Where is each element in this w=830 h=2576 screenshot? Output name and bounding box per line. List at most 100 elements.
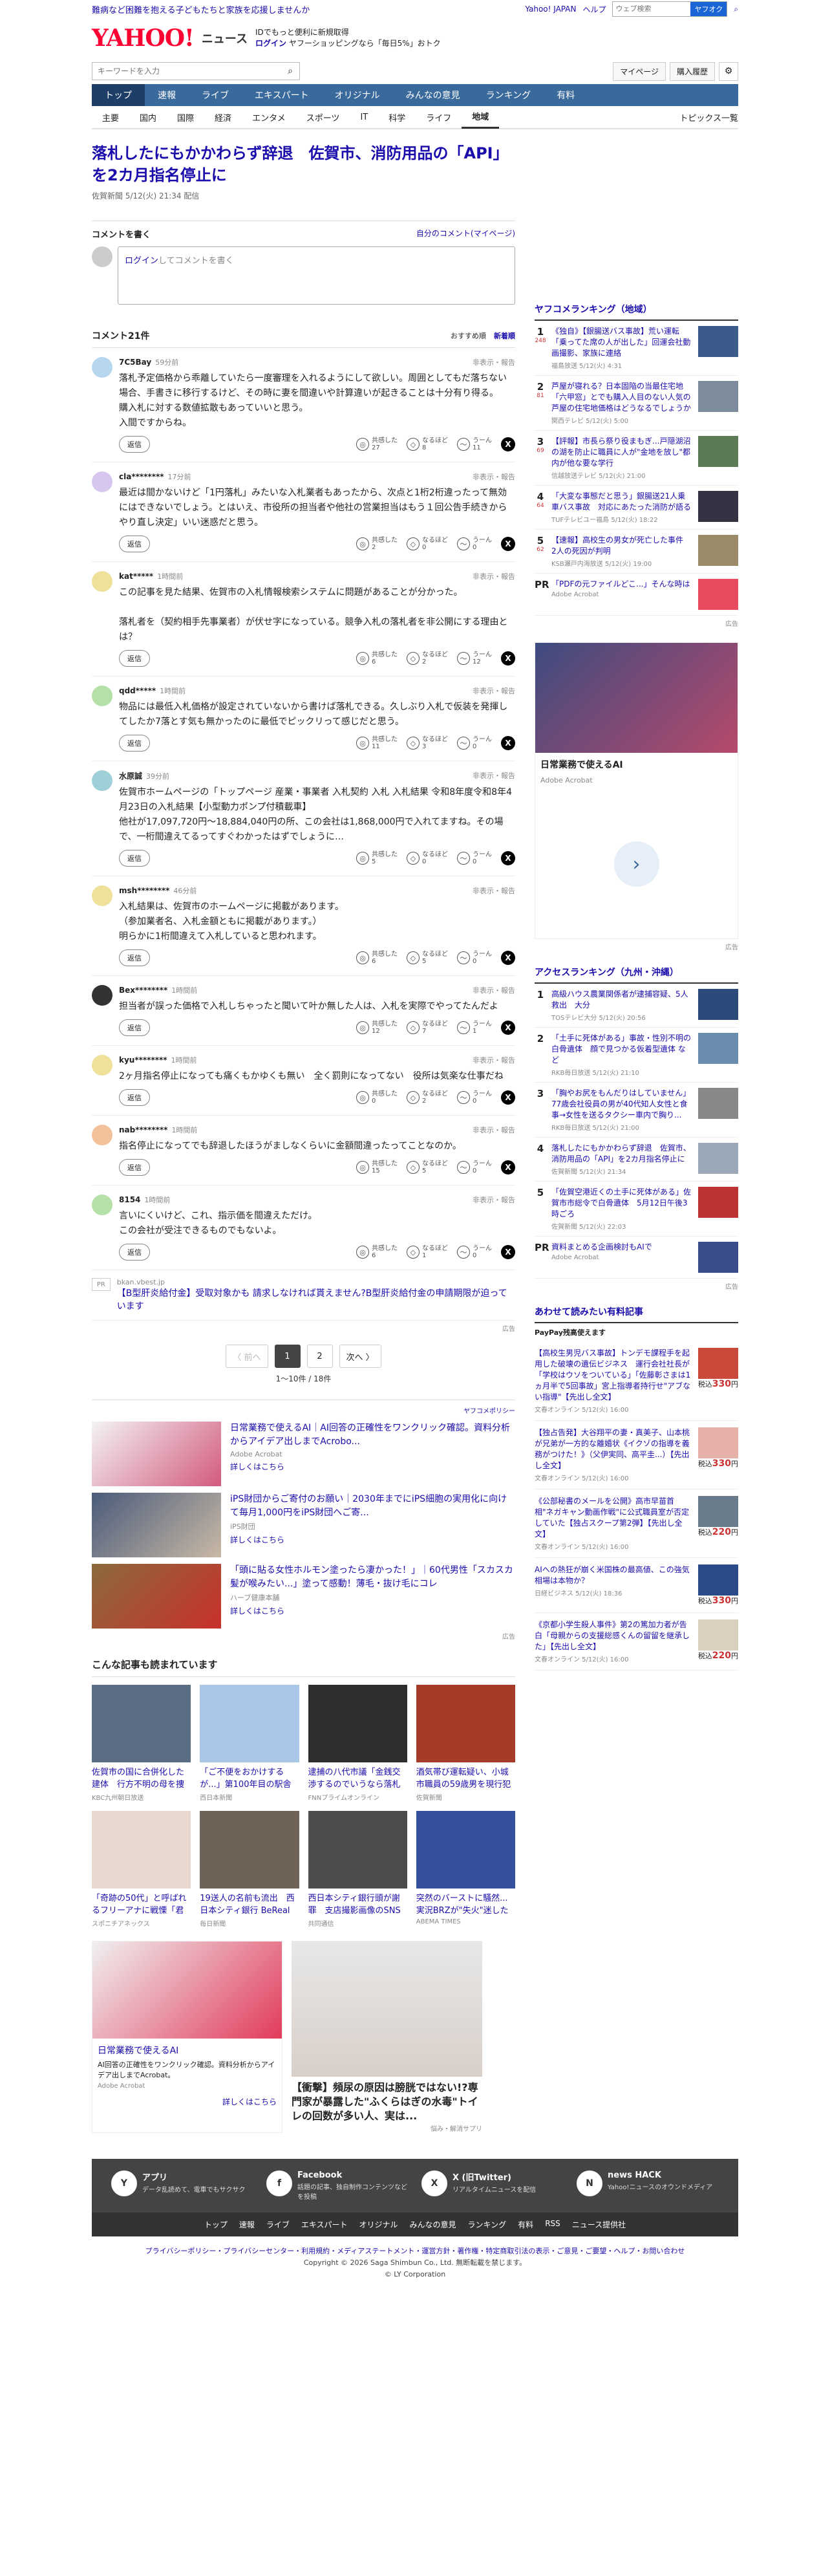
reaction-button[interactable]: ◎ 共感した 27 bbox=[356, 437, 398, 451]
article-thumbnail[interactable] bbox=[92, 1685, 191, 1762]
reaction-button[interactable]: ◎ 共感した 2 bbox=[356, 537, 398, 551]
reaction-button[interactable]: 〜うーん 11 bbox=[457, 437, 492, 451]
footer-nav-link[interactable]: ランキング bbox=[468, 2219, 507, 2230]
avatar[interactable] bbox=[92, 1195, 112, 1215]
report-link[interactable]: 非表示・報告 bbox=[473, 1125, 515, 1135]
avatar[interactable] bbox=[92, 770, 112, 791]
ad-more-link[interactable]: 詳しくはこちら bbox=[230, 1461, 515, 1472]
report-link[interactable]: 非表示・報告 bbox=[473, 471, 515, 482]
web-search-input[interactable] bbox=[613, 2, 691, 16]
login-link[interactable]: ログイン bbox=[255, 39, 286, 48]
x-share-icon[interactable]: X bbox=[501, 1160, 515, 1174]
subnav-economy[interactable]: 経済 bbox=[204, 105, 242, 129]
pr-thumbnail[interactable] bbox=[698, 1242, 738, 1273]
footer-nav-link[interactable]: 有料 bbox=[518, 2219, 533, 2230]
article-card-title[interactable]: 酒気帯び運転疑い、小城市職員の59歳男を現行犯逮捕 佐賀市の... bbox=[416, 1766, 515, 1791]
article-card-title[interactable]: 「ご不便をおかけするが...」第100年目の駅舎が利用中止に 老... bbox=[200, 1766, 299, 1791]
reaction-button[interactable]: ◎ 共感した 5 bbox=[356, 851, 398, 865]
ad-more-link[interactable]: 詳しくはこちら bbox=[230, 1534, 515, 1545]
reaction-button[interactable]: ◎ 共感した 6 bbox=[356, 651, 398, 666]
pr-comment[interactable]: PR bkan.vbest.jp 【B型肝炎給付金】受取対象かも 請求しなければ… bbox=[92, 1270, 515, 1321]
avatar[interactable] bbox=[92, 686, 112, 706]
ranking-title[interactable]: 高級ハウス農業関係者が逮捕容疑、5人救出 大分 bbox=[551, 989, 693, 1011]
ad-title[interactable]: 日常業務で使えるAI bbox=[98, 2044, 277, 2057]
ranking-title[interactable]: 「土手に死体がある」事故・性別不明の白骨遺体 顔で見つかる仮着型遺体 など bbox=[551, 1033, 693, 1066]
gnav-expert[interactable]: エキスパート bbox=[242, 84, 322, 106]
paid-article-title[interactable]: 《公部秘書のメールを公開》高市早苗首相"ネガキャン動画作戦"に公式職員室が否定し… bbox=[535, 1496, 693, 1540]
ranking-thumbnail[interactable] bbox=[698, 436, 738, 467]
avatar[interactable] bbox=[92, 357, 112, 378]
yahoo-japan-link[interactable]: Yahoo! JAPAN bbox=[525, 5, 576, 14]
paid-article[interactable]: 《京都小学生殺人事件》第2の篤加力者が告白「母親からの支援総感くんの留留を継承し… bbox=[535, 1613, 738, 1671]
comment-user[interactable]: Bex******** bbox=[119, 986, 167, 995]
gnav-live[interactable]: ライブ bbox=[189, 84, 242, 106]
article-thumbnail[interactable] bbox=[92, 1811, 191, 1889]
ad-image[interactable] bbox=[92, 1942, 282, 2039]
ranking-title[interactable]: 「胸やお尻をもんだりはしていません」77歳会社役員の男が40代知人女性と食事→女… bbox=[551, 1088, 693, 1121]
ad-tag[interactable]: 広告 bbox=[92, 1321, 515, 1336]
reaction-button[interactable]: 〜うーん 0 bbox=[457, 1090, 492, 1105]
ranking-title[interactable]: 落札したにもかかわらず辞退 佐賀市、消防用品の「API」を2カ月指名停止に bbox=[551, 1143, 693, 1165]
footer-app-title[interactable]: アプリ bbox=[142, 2170, 246, 2183]
x-share-icon[interactable]: X bbox=[501, 951, 515, 965]
reaction-button[interactable]: 〜うーん 12 bbox=[457, 651, 492, 666]
reaction-button[interactable]: ◇ なるほど 0 bbox=[407, 537, 448, 551]
article-card-title[interactable]: 西日本シティ銀行頭が謝罪 支店撮影画像のSNS拡散 bbox=[308, 1892, 407, 1917]
footer-nav-link[interactable]: エキスパート bbox=[301, 2219, 348, 2230]
gnav-top[interactable]: トップ bbox=[92, 84, 145, 106]
ranking-thumbnail[interactable] bbox=[698, 1033, 738, 1064]
sort-newest[interactable]: 新着順 bbox=[494, 330, 515, 341]
ranking-thumbnail[interactable] bbox=[698, 535, 738, 566]
article-title[interactable]: 落札したにもかかわらず辞退 佐賀市、消防用品の「API」を2カ月指名停止に bbox=[92, 142, 515, 186]
report-link[interactable]: 非表示・報告 bbox=[473, 1195, 515, 1205]
avatar[interactable] bbox=[92, 1055, 112, 1076]
footer-app[interactable]: Y アプリ データ乱読めて、電車でもサクサク bbox=[111, 2170, 253, 2201]
comment-user[interactable]: qdd***** bbox=[119, 686, 156, 695]
reply-button[interactable]: 返信 bbox=[119, 650, 150, 667]
reaction-button[interactable]: ◇ なるほど 5 bbox=[407, 1160, 448, 1174]
ranking-thumbnail[interactable] bbox=[698, 989, 738, 1020]
reply-button[interactable]: 返信 bbox=[119, 436, 150, 453]
article-thumbnail[interactable] bbox=[308, 1811, 407, 1889]
paid-article-title[interactable]: 《京都小学生殺人事件》第2の篤加力者が告白「母親からの支援総感くんの留留を継承し… bbox=[535, 1619, 693, 1652]
report-link[interactable]: 非表示・報告 bbox=[473, 686, 515, 696]
news-search-input[interactable] bbox=[92, 63, 281, 80]
reaction-button[interactable]: ◇ なるほど 7 bbox=[407, 1021, 448, 1035]
reaction-button[interactable]: ◇ なるほど 2 bbox=[407, 651, 448, 666]
ad-title[interactable]: 「頭に貼る女性ホルモン塗ったら凄かった！」｜60代男性「スカスカ髪が喉みたい..… bbox=[230, 1564, 515, 1591]
article-card[interactable]: 「奇跡の50代」と呼ばれるフリーアナに戦慄「君なるような、だん... スポニチアネ… bbox=[92, 1811, 191, 1928]
access-item[interactable]: 5 「佐賀空港近くの土手に死体がある」佐賀市市総令で白骨遺体 5月12日午後3時ご… bbox=[535, 1182, 738, 1237]
ad-thumbnail[interactable] bbox=[92, 1564, 221, 1629]
ad-title[interactable]: 【衝撃】頻尿の原因は膀胱ではない!?専門家が暴露した"ふくらはぎの水毒"トイレの… bbox=[292, 2081, 482, 2123]
page-2-button[interactable]: 2 bbox=[306, 1345, 333, 1368]
comment-input[interactable]: ログインしてコメントを書く bbox=[118, 246, 515, 305]
mypage-button[interactable]: マイページ bbox=[613, 61, 666, 81]
page-1-button[interactable]: 1 bbox=[274, 1345, 301, 1368]
reaction-button[interactable]: 〜うーん 0 bbox=[457, 1160, 492, 1174]
ad-title[interactable]: 日常業務で使えるAI bbox=[535, 753, 738, 776]
ad-image[interactable] bbox=[292, 1941, 482, 2077]
report-link[interactable]: 非表示・報告 bbox=[473, 770, 515, 781]
report-link[interactable]: 非表示・報告 bbox=[473, 357, 515, 367]
side-ad[interactable]: 日常業務で使えるAI Adobe Acrobat › bbox=[535, 642, 738, 939]
reaction-button[interactable]: 〜うーん 0 bbox=[457, 736, 492, 750]
x-share-icon[interactable]: X bbox=[501, 437, 515, 451]
article-card[interactable]: 逮捕の八代市議「金銭交渉するのでいうなら落札して」行き違め... FNNプライムオ… bbox=[308, 1685, 407, 1802]
footer-app-title[interactable]: Facebook bbox=[297, 2170, 409, 2180]
reply-button[interactable]: 返信 bbox=[119, 949, 150, 966]
ad-row[interactable]: 「頭に貼る女性ホルモン塗ったら凄かった！」｜60代男性「スカスカ髪が喉みたい..… bbox=[92, 1564, 515, 1629]
pr-text[interactable]: 【B型肝炎給付金】受取対象かも 請求しなければ貰えません?B型肝炎給付金の申請期… bbox=[117, 1286, 515, 1312]
ad-tag[interactable]: 広告 bbox=[535, 939, 738, 954]
footer-app[interactable]: Nnews HACK Yahoo!ニュースのオウンドメディア bbox=[577, 2170, 719, 2201]
reaction-button[interactable]: 〜うーん 0 bbox=[457, 1245, 492, 1259]
pr-title[interactable]: 資料まとめる企画検討もAIで bbox=[551, 1242, 693, 1253]
footer-app[interactable]: X X (旧Twitter) リアルタイムニュースを配信 bbox=[421, 2170, 564, 2201]
article-card-title[interactable]: 佐賀市の国に合併化した建体 行方不明の母を捜索中 bbox=[92, 1766, 191, 1791]
article-thumbnail[interactable] bbox=[308, 1685, 407, 1762]
reaction-button[interactable]: ◇ なるほど 1 bbox=[407, 1245, 448, 1259]
reaction-button[interactable]: 〜うーん 0 bbox=[457, 951, 492, 965]
newshack-icon[interactable]: N bbox=[577, 2170, 602, 2196]
topics-list-link[interactable]: トピックス一覧 bbox=[679, 111, 738, 124]
subnav-international[interactable]: 国際 bbox=[167, 105, 204, 129]
ad-title[interactable]: 日常業務で使えるAI｜AI回答の正確性をワンクリック確認。資料分析からアイデア出… bbox=[230, 1422, 515, 1449]
